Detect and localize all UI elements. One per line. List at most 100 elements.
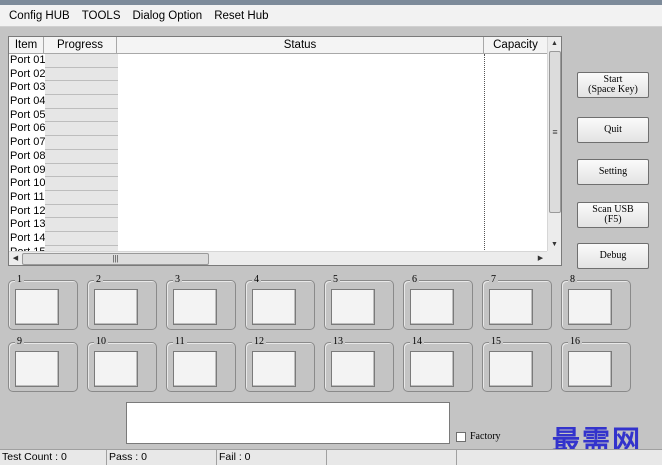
quit-button-label: Quit [604,124,622,135]
port-progress-cell [45,218,118,232]
port-progress-cell [45,67,118,82]
port-item-label: Port 04 [10,95,45,108]
menu-reset-hub[interactable]: Reset Hub [208,10,274,22]
status-bar: Test Count : 0 Pass : 0 Fail : 0 [0,449,662,465]
menu-bar: Config HUB TOOLS Dialog Option Reset Hub [0,5,662,27]
list-row[interactable]: Port 06 [9,122,547,137]
port-item-label: Port 02 [10,67,45,80]
list-row[interactable]: Port 10 [9,177,547,191]
port-group-13: 13 [324,336,394,392]
port-group-label: 16 [568,336,582,348]
scan-usb-button[interactable]: Scan USB (F5) [577,202,649,228]
list-row[interactable]: Port 14 [9,231,547,246]
port-button-7[interactable] [489,289,533,325]
debug-button[interactable]: Debug [577,243,649,269]
capacity-column-divider [484,54,485,252]
list-row[interactable]: Port 12 [9,204,547,219]
port-button-10[interactable] [94,351,138,387]
arrow-up-icon[interactable]: ▲ [548,37,561,50]
list-row[interactable]: Port 09 [9,163,547,178]
col-status[interactable]: Status [117,37,484,54]
list-row[interactable]: Port 03 [9,81,547,96]
port-button-12[interactable] [252,351,296,387]
col-item[interactable]: Item [9,37,44,54]
port-button-9[interactable] [15,351,59,387]
vertical-scroll-thumb[interactable]: ≡ [549,51,561,213]
port-button-1[interactable] [15,289,59,325]
menu-dialog-option[interactable]: Dialog Option [127,10,209,22]
port-button-3[interactable] [173,289,217,325]
list-header: Item Progress Status Capacity [9,37,547,54]
list-row[interactable]: Port 04 [9,95,547,109]
port-button-15[interactable] [489,351,533,387]
col-capacity[interactable]: Capacity [484,37,547,54]
start-button[interactable]: Start (Space Key) [577,72,649,98]
port-group-label: 14 [410,336,424,348]
col-progress[interactable]: Progress [44,37,117,54]
horizontal-scrollbar[interactable]: ◀ ||| ▶ [9,251,561,265]
factory-option[interactable]: Factory [456,431,501,442]
list-row[interactable]: Port 13 [9,218,547,232]
port-list[interactable]: Item Progress Status Capacity Port 01 Por… [8,36,562,266]
start-button-shortcut: (Space Key) [588,84,638,95]
status-panel-4 [327,449,457,465]
port-group-5: 5 [324,274,394,330]
arrow-right-icon[interactable]: ▶ [534,252,547,265]
port-progress-cell [45,136,118,150]
port-button-11[interactable] [173,351,217,387]
list-row[interactable]: Port 07 [9,136,547,150]
port-progress-cell [45,81,118,96]
port-button-14[interactable] [410,351,454,387]
port-group-6: 6 [403,274,473,330]
factory-checkbox[interactable] [456,431,466,442]
list-row[interactable]: Port 01 [9,54,547,68]
arrow-left-icon[interactable]: ◀ [9,252,22,265]
list-row[interactable]: Port 11 [9,190,547,205]
port-button-2[interactable] [94,289,138,325]
port-progress-cell [45,231,118,246]
port-progress-cell [45,177,118,191]
status-panel-5 [457,449,662,465]
list-row[interactable]: Port 02 [9,67,547,82]
port-progress-cell [45,190,118,205]
status-pass: Pass : 0 [107,449,217,465]
quit-button[interactable]: Quit [577,117,649,143]
port-group-16: 16 [561,336,631,392]
menu-config-hub[interactable]: Config HUB [3,10,76,22]
port-group-label: 7 [489,274,498,286]
list-row[interactable]: Port 05 [9,108,547,123]
port-group-label: 6 [410,274,419,286]
vertical-scrollbar[interactable]: ▲ ≡ ▼ [547,37,561,251]
port-group-label: 8 [568,274,577,286]
port-button-8[interactable] [568,289,612,325]
port-group-label: 5 [331,274,340,286]
port-item-label: Port 03 [10,81,45,94]
port-button-13[interactable] [331,351,375,387]
setting-button[interactable]: Setting [577,159,649,185]
menu-tools[interactable]: TOOLS [76,10,127,22]
port-item-label: Port 10 [10,177,45,190]
status-test-count: Test Count : 0 [0,449,107,465]
port-group-label: 2 [94,274,103,286]
port-button-4[interactable] [252,289,296,325]
debug-button-label: Debug [599,250,627,261]
port-item-label: Port 07 [10,136,45,149]
list-row[interactable]: Port 08 [9,149,547,164]
message-box[interactable] [126,402,450,444]
port-progress-cell [45,108,118,123]
port-group-label: 15 [489,336,503,348]
port-group-label: 1 [15,274,24,286]
port-button-16[interactable] [568,351,612,387]
port-group-9: 9 [8,336,78,392]
port-group-14: 14 [403,336,473,392]
horizontal-scroll-thumb[interactable]: ||| [22,253,209,265]
port-group-1: 1 [8,274,78,330]
port-group-10: 10 [87,336,157,392]
port-item-label: Port 01 [10,54,45,66]
port-group-label: 4 [252,274,261,286]
port-group-12: 12 [245,336,315,392]
port-button-6[interactable] [410,289,454,325]
arrow-down-icon[interactable]: ▼ [548,238,561,251]
port-button-5[interactable] [331,289,375,325]
port-group-label: 11 [173,336,187,348]
